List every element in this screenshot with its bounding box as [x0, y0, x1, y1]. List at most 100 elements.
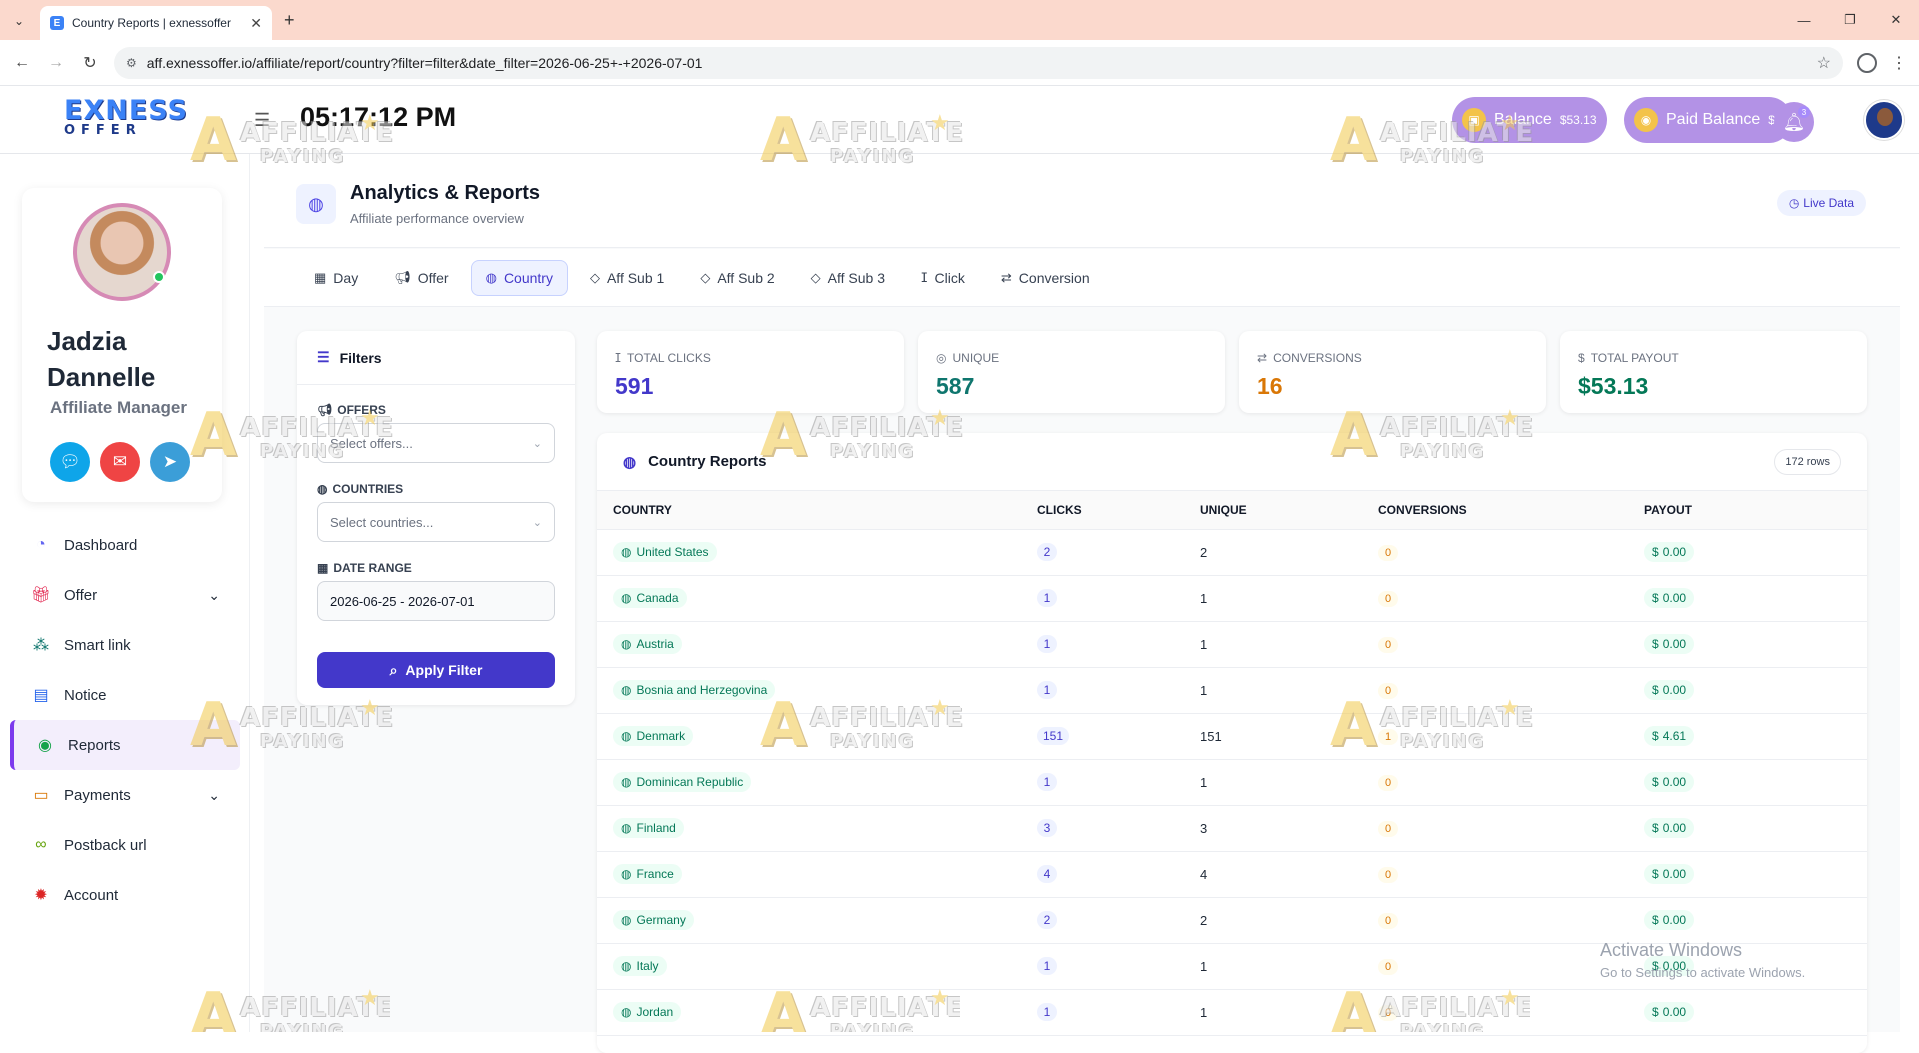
sidebar-item-smart-link[interactable]: ⁂ Smart link: [10, 620, 240, 670]
sidebar-item-dashboard[interactable]: ◔ Dashboard: [10, 520, 240, 570]
globe-icon: ◍: [621, 959, 632, 973]
tab-offer[interactable]: 📢︎ Offer: [380, 260, 462, 296]
tab-aff-sub-3[interactable]: ◇ Aff Sub 3: [797, 260, 899, 296]
search-icon: ⌕: [389, 661, 398, 678]
tab-conversion[interactable]: ⇄ Conversion: [987, 260, 1104, 296]
globe-icon: ◍: [623, 453, 637, 471]
conversions-badge: 0: [1378, 958, 1398, 975]
tab-search-chevron-icon[interactable]: ⌄: [8, 10, 30, 32]
clicks-badge: 2: [1037, 543, 1057, 561]
dollar-icon: $: [1652, 913, 1659, 927]
tab-icon: ◇: [589, 269, 600, 285]
payout-badge: $0.00: [1644, 772, 1695, 792]
hamburger-menu-icon[interactable]: ☰: [254, 110, 270, 131]
payout-badge: $0.00: [1644, 910, 1695, 930]
table-row: ◍ Dominican Republic 1 1 0 $0.00: [597, 759, 1867, 806]
country-chip[interactable]: ◍ Canada: [613, 588, 687, 608]
back-icon[interactable]: ←: [12, 54, 32, 72]
notice-icon: ▤: [33, 687, 49, 704]
tab-icon: ▦: [314, 269, 327, 285]
browser-tab[interactable]: E Country Reports | exnessoffer ✕: [40, 6, 272, 40]
dashboard-icon: ◔: [36, 536, 46, 553]
dollar-icon: $: [1652, 591, 1659, 605]
clicks-badge: 1: [1037, 773, 1057, 791]
new-tab-icon[interactable]: +: [284, 10, 295, 31]
sidebar-item-notice[interactable]: ▤ Notice: [10, 670, 240, 720]
tab-aff-sub-2[interactable]: ◇ Aff Sub 2: [686, 260, 788, 296]
sidebar-item-payments[interactable]: ▭ Payments ⌄: [10, 770, 240, 820]
report-tabs: ▦ Day 📢︎ Offer ◍ Country ◇ Aff Sub 1 ◇ Aff Sub 2 ◇…: [264, 249, 1900, 307]
table-row: ◍ Finland 3 3 0 $0.00: [597, 805, 1867, 852]
email-icon[interactable]: ✉: [100, 442, 140, 482]
table-row: ◍ France 4 4 0 $0.00: [597, 851, 1867, 898]
chat-icon[interactable]: 💬︎: [50, 442, 90, 482]
main-content: ◍ Analytics & Reports Affiliate performa…: [264, 154, 1900, 1053]
apply-filter-button[interactable]: ⌕ Apply Filter: [317, 652, 555, 688]
restore-icon[interactable]: ❐: [1827, 0, 1873, 40]
clicks-badge: 1: [1037, 589, 1057, 607]
url-text: aff.exnessoffer.io/affiliate/report/coun…: [146, 54, 703, 71]
date-range-input[interactable]: 2026-06-25 - 2026-07-01: [317, 581, 555, 621]
column-header: COUNTRY: [597, 491, 1037, 530]
user-avatar[interactable]: [1864, 100, 1904, 140]
close-window-icon[interactable]: ✕: [1873, 0, 1919, 40]
countries-select[interactable]: Select countries... ⌄: [317, 502, 555, 542]
payout-badge: $0.00: [1644, 956, 1695, 976]
country-chip[interactable]: ◍ Austria: [613, 634, 682, 654]
stat-unique: ◎ UNIQUE 587: [918, 331, 1225, 413]
sidebar-item-reports[interactable]: ◉ Reports: [10, 720, 240, 770]
offers-select[interactable]: Select offers... ⌄: [317, 423, 555, 463]
forward-icon[interactable]: →: [46, 54, 66, 72]
app-header: EXNESS OFFER ☰ 05:17:12 PM ▣ Balance $53…: [0, 86, 1919, 154]
country-chip[interactable]: ◍ Dominican Republic: [613, 772, 752, 792]
tab-day[interactable]: ▦ Day: [300, 260, 372, 296]
tab-country[interactable]: ◍ Country: [470, 259, 568, 296]
notifications-button[interactable]: 🔔︎ 3: [1774, 102, 1814, 142]
sidebar-item-account[interactable]: ✹ Account: [10, 870, 240, 920]
site-info-icon[interactable]: ⚙: [126, 56, 137, 70]
balance-button[interactable]: ▣ Balance $53.13: [1452, 97, 1607, 143]
address-bar[interactable]: ⚙ aff.exnessoffer.io/affiliate/report/co…: [114, 46, 1843, 79]
dollar-icon: $: [1652, 637, 1659, 651]
paid-balance-button[interactable]: ◉ Paid Balance $0: [1624, 97, 1792, 143]
browser-menu-icon[interactable]: ⋮: [1891, 53, 1907, 73]
sidebar-item-offer[interactable]: 🎁︎ Offer ⌄: [10, 570, 240, 620]
dollar-icon: $: [1652, 683, 1659, 697]
dollar-icon: $: [1652, 729, 1659, 743]
unique-value: 1: [1200, 621, 1378, 668]
country-chip[interactable]: ◍ Italy: [613, 956, 667, 976]
country-chip[interactable]: ◍ Finland: [613, 818, 684, 838]
country-chip[interactable]: ◍ Denmark: [613, 726, 694, 746]
payout-badge: $0.00: [1644, 818, 1695, 838]
tab-click[interactable]: ⵊ Click: [907, 260, 979, 296]
tab-icon: ◇: [700, 269, 711, 285]
country-chip[interactable]: ◍ United States: [613, 542, 717, 562]
tab-aff-sub-1[interactable]: ◇ Aff Sub 1: [576, 260, 678, 296]
country-chip[interactable]: ◍ Bosnia and Herzegovina: [613, 680, 776, 700]
country-reports-card: ◍ Country Reports 172 rows COUNTRY CLICKS…: [597, 433, 1867, 1053]
conversions-badge: 0: [1378, 590, 1398, 607]
table-row: ◍ Bosnia and Herzegovina 1 1 0 $0.00: [597, 667, 1867, 714]
table-row: ◍ Italy 1 1 0 $0.00: [597, 943, 1867, 990]
exness-offer-logo[interactable]: EXNESS OFFER: [64, 97, 187, 142]
country-chip[interactable]: ◍ Jordan: [613, 1002, 682, 1022]
rows-count-badge: 172 rows: [1774, 448, 1841, 475]
tab-title: Country Reports | exnessoffer: [72, 16, 231, 30]
reload-icon[interactable]: ↻: [80, 53, 100, 73]
minimize-icon[interactable]: —: [1781, 0, 1827, 40]
close-tab-icon[interactable]: ✕: [250, 15, 262, 32]
payout-badge: $4.61: [1644, 726, 1695, 746]
bookmark-star-icon[interactable]: ☆: [1817, 53, 1831, 73]
country-chip[interactable]: ◍ France: [613, 864, 682, 884]
sidebar-item-label: Postback url: [64, 836, 147, 854]
country-chip[interactable]: ◍ Germany: [613, 910, 694, 930]
telegram-icon[interactable]: ➤: [150, 442, 190, 482]
conversions-badge: 1: [1378, 728, 1398, 745]
globe-icon: ◍: [621, 775, 632, 789]
browser-tabstrip: ⌄ E Country Reports | exnessoffer ✕ + — …: [0, 0, 1919, 40]
browser-profile-icon[interactable]: [1857, 52, 1877, 73]
globe-icon: ◍: [621, 591, 632, 605]
column-header: CLICKS: [1037, 491, 1200, 530]
chevron-down-icon: ⌄: [208, 586, 220, 603]
sidebar-item-postback-url[interactable]: ∞ Postback url: [10, 820, 240, 870]
